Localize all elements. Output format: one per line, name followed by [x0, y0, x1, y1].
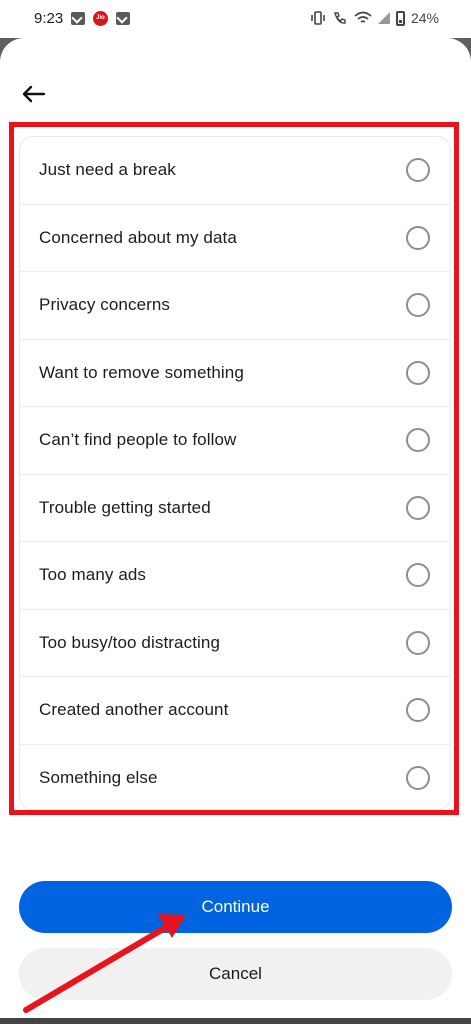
radio-icon[interactable] [406, 630, 430, 655]
back-arrow-icon[interactable] [20, 84, 46, 104]
reason-list: Just need a break Concerned about my dat… [19, 136, 451, 810]
option-label: Privacy concerns [39, 295, 171, 315]
radio-icon[interactable] [406, 563, 430, 588]
radio-icon[interactable] [406, 158, 430, 183]
radio-icon[interactable] [406, 293, 430, 318]
battery-icon [395, 10, 405, 26]
option-label: Can’t find people to follow [39, 430, 237, 450]
option-row[interactable]: Trouble getting started [20, 475, 450, 542]
battery-percent: 24% [410, 10, 439, 26]
option-label: Too many ads [39, 565, 147, 585]
radio-icon[interactable] [406, 360, 430, 385]
radio-icon[interactable] [406, 766, 430, 791]
option-label: Too busy/too distracting [39, 632, 220, 652]
nav-bar [0, 1018, 471, 1024]
jio-icon: Jio [93, 11, 108, 26]
mail-icon [71, 12, 85, 25]
option-row[interactable]: Can’t find people to follow [20, 407, 450, 475]
option-label: Concerned about my data [39, 227, 237, 247]
wifi-call-icon [334, 12, 346, 24]
option-row[interactable]: Something else [20, 745, 450, 810]
option-row[interactable]: Too busy/too distracting [20, 610, 450, 677]
option-row[interactable]: Want to remove something [20, 340, 450, 407]
notification-icons: Jio [71, 11, 130, 26]
continue-button[interactable]: Continue [19, 881, 452, 933]
radio-icon[interactable] [406, 495, 430, 520]
mail-icon [116, 12, 130, 25]
bottom-sheet: Just need a break Concerned about my dat… [0, 38, 471, 1024]
option-row[interactable]: Created another account [20, 677, 450, 745]
radio-icon[interactable] [406, 428, 430, 453]
option-row[interactable]: Privacy concerns [20, 272, 450, 340]
option-row[interactable]: Too many ads [20, 542, 450, 610]
option-label: Something else [39, 768, 158, 788]
cancel-button[interactable]: Cancel [19, 948, 452, 1000]
radio-icon[interactable] [406, 225, 430, 250]
status-time: 9:23 [34, 10, 64, 27]
option-label: Trouble getting started [39, 497, 211, 517]
status-bar: 9:23 Jio 24% [0, 0, 471, 38]
screen: 9:23 Jio 24% Just need a break Concerned… [0, 0, 471, 1024]
signal-icon [377, 12, 390, 24]
wifi-icon [354, 11, 372, 23]
option-row[interactable]: Just need a break [20, 137, 450, 205]
vibrate-icon [311, 11, 325, 25]
radio-icon[interactable] [406, 698, 430, 723]
option-label: Created another account [39, 700, 229, 720]
option-label: Want to remove something [39, 362, 244, 382]
system-icons: 24% [310, 10, 439, 26]
option-label: Just need a break [39, 160, 176, 180]
option-row[interactable]: Concerned about my data [20, 205, 450, 272]
